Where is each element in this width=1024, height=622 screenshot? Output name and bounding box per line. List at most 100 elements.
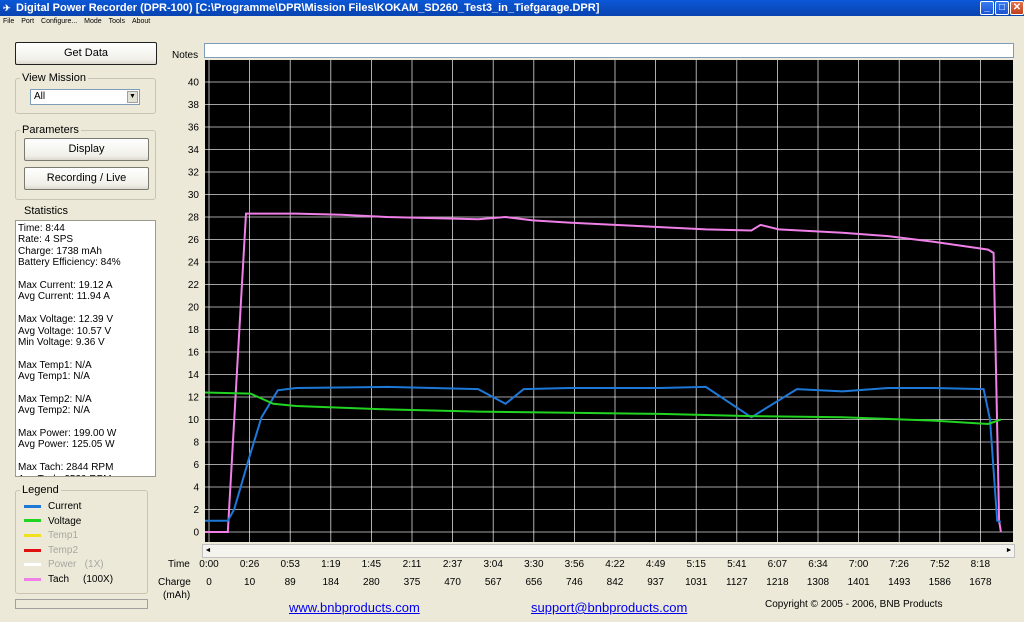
statistics-line: Max Tach: 2844 RPM — [18, 462, 114, 474]
recording-live-button[interactable]: Recording / Live — [24, 167, 149, 190]
scroll-left-icon[interactable]: ◄ — [204, 546, 212, 556]
y-tick-label: 2 — [193, 505, 199, 516]
time-tick-label: 8:18 — [970, 559, 991, 570]
minimize-button[interactable]: _ — [980, 1, 994, 15]
time-tick-label: 1:19 — [321, 559, 341, 570]
legend-item[interactable]: Tach (100X) — [24, 574, 113, 586]
copyright-text: Copyright © 2005 - 2006, BNB Products — [765, 599, 943, 610]
statistics-line: Rate: 4 SPS — [18, 234, 74, 246]
charge-tick-label: 1031 — [685, 577, 708, 588]
legend-item[interactable]: Temp1 — [24, 530, 78, 542]
time-tick-label: 0:53 — [280, 559, 300, 570]
charge-row-label: Charge — [158, 577, 191, 588]
charge-tick-label: 1493 — [888, 577, 911, 588]
window-title: Digital Power Recorder (DPR-100) [C:\Pro… — [16, 2, 600, 14]
time-tick-label: 1:45 — [361, 559, 382, 570]
statistics-line — [18, 451, 153, 462]
time-tick-label: 6:07 — [767, 559, 788, 570]
website-link[interactable]: www.bnbproducts.com — [289, 600, 420, 615]
charge-tick-label: 375 — [403, 577, 421, 588]
window-title-bar[interactable]: ✈ Digital Power Recorder (DPR-100) [C:\P… — [0, 0, 1024, 16]
statistics-line: Avg Power: 125.05 W — [18, 439, 115, 451]
charge-unit-label: (mAh) — [163, 590, 191, 601]
scroll-right-icon[interactable]: ► — [1005, 546, 1013, 556]
charge-tick-label: 280 — [363, 577, 380, 588]
statistics-line: Max Temp2: N/A — [18, 393, 92, 405]
get-data-button[interactable]: Get Data — [15, 42, 157, 65]
statistics-line: Max Power: 199.00 W — [18, 428, 117, 440]
charge-tick-label: 842 — [606, 577, 624, 588]
view-mission-select[interactable]: All ▼ — [30, 89, 140, 105]
legend-item[interactable]: Power (1X) — [24, 559, 104, 571]
y-tick-label: 34 — [188, 145, 200, 156]
y-tick-label: 6 — [193, 460, 199, 471]
y-tick-label: 10 — [188, 415, 200, 426]
y-tick-label: 28 — [188, 213, 200, 224]
charge-tick-label: 1401 — [847, 577, 870, 588]
time-tick-label: 7:26 — [889, 559, 909, 570]
time-tick-label: 7:52 — [930, 559, 950, 570]
y-tick-label: 14 — [188, 370, 200, 381]
legend-swatch — [24, 577, 41, 581]
time-tick-label: 5:15 — [686, 559, 706, 570]
legend-swatch — [24, 519, 41, 523]
legend-swatch — [24, 548, 41, 552]
statistics-line: Max Current: 19.12 A — [18, 279, 113, 291]
statistics-line: Avg Tach: 2539 RPM — [18, 474, 153, 476]
legend-label: Temp1 — [48, 530, 79, 542]
view-mission-selected: All — [34, 91, 46, 102]
charge-tick-label: 656 — [525, 577, 543, 588]
legend-swatch — [24, 563, 41, 567]
time-tick-label: 3:30 — [524, 559, 544, 570]
y-tick-label: 40 — [188, 78, 200, 89]
display-button[interactable]: Display — [24, 138, 149, 161]
legend-item[interactable]: Voltage — [24, 516, 81, 528]
time-row-label: Time — [168, 559, 190, 570]
close-button[interactable]: ✕ — [1010, 1, 1024, 15]
plot-background — [205, 60, 1013, 542]
chevron-down-icon[interactable]: ▼ — [127, 91, 138, 103]
statistics-box: Time: 8:44 Rate: 4 SPS Charge: 1738 mAh Bat… — [15, 220, 156, 477]
statistics-line — [18, 303, 153, 314]
statistics-line: Max Voltage: 12.39 V — [18, 314, 114, 326]
legend-swatch — [24, 534, 41, 538]
statistics-line — [18, 269, 153, 280]
app-icon: ✈ — [3, 3, 11, 13]
time-tick-label: 0:00 — [199, 559, 219, 570]
time-tick-label: 5:41 — [727, 559, 747, 570]
time-tick-label: 7:00 — [848, 559, 869, 570]
time-tick-label: 3:04 — [483, 559, 503, 570]
menu-about[interactable]: About — [130, 16, 152, 28]
time-tick-label: 4:22 — [605, 559, 625, 570]
legend-title: Legend — [20, 484, 61, 496]
statistics-line — [18, 417, 153, 428]
time-tick-label: 4:49 — [645, 559, 666, 570]
charge-tick-label: 1308 — [806, 577, 830, 588]
time-tick-label: 0:26 — [239, 559, 260, 570]
chart-plot: 0246810121416182022242628303234363840 — [188, 60, 1013, 542]
y-tick-label: 4 — [193, 483, 199, 494]
status-strip — [15, 599, 148, 609]
charge-tick-label: 937 — [647, 577, 664, 588]
charge-tick-label: 10 — [244, 577, 256, 588]
y-tick-label: 18 — [188, 325, 200, 336]
y-tick-label: 24 — [188, 258, 200, 269]
legend-item[interactable]: Current — [24, 501, 81, 513]
y-tick-label: 26 — [188, 235, 200, 246]
notes-input[interactable] — [204, 43, 1014, 58]
horizontal-scrollbar[interactable]: ◄ ► — [202, 544, 1015, 558]
legend-item[interactable]: Temp2 — [24, 545, 78, 557]
legend-label: Voltage — [48, 515, 82, 527]
statistics-line: Charge: 1738 mAh — [18, 245, 102, 257]
email-link[interactable]: support@bnbproducts.com — [531, 600, 687, 615]
menu-port[interactable]: Port — [19, 16, 36, 28]
charge-tick-label: 1586 — [928, 577, 951, 588]
menu-file[interactable]: File — [1, 16, 16, 28]
maximize-button[interactable]: □ — [995, 1, 1009, 15]
statistics-line — [18, 382, 153, 393]
statistics-title: Statistics — [24, 205, 69, 217]
charge-tick-label: 567 — [484, 577, 502, 588]
menu-configure[interactable]: Configure... — [39, 16, 79, 28]
menu-mode[interactable]: Mode — [82, 16, 104, 28]
menu-tools[interactable]: Tools — [107, 16, 127, 28]
